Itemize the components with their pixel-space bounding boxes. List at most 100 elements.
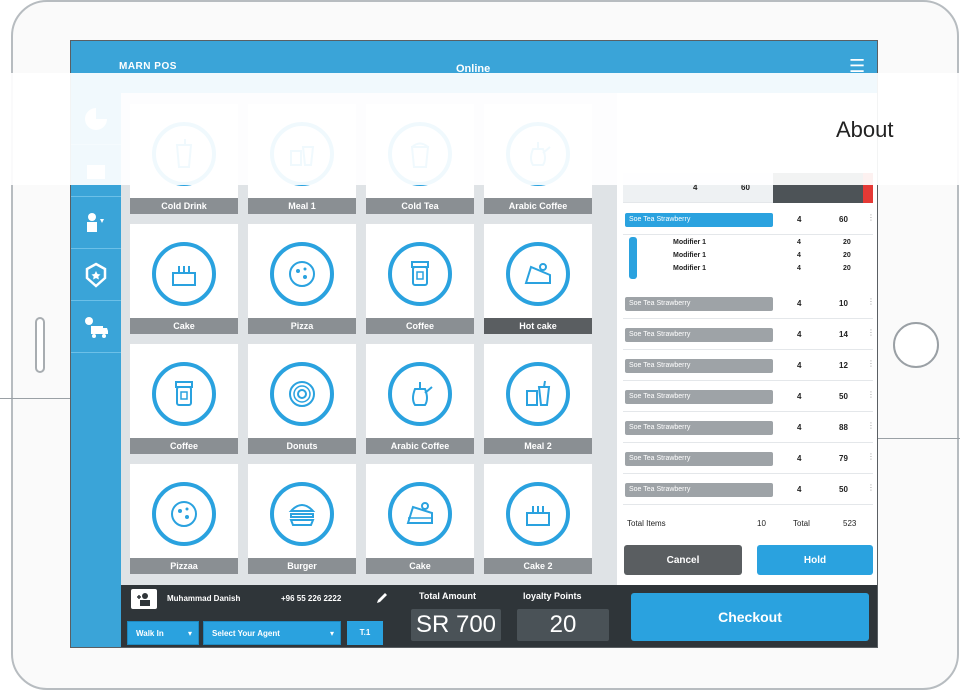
more-options-icon[interactable]: ⋮ (867, 297, 875, 306)
delivery-truck-icon (85, 316, 108, 338)
product-tile[interactable]: Donuts (247, 343, 357, 455)
hamburger-menu-icon[interactable]: ☰ (849, 57, 865, 75)
order-row[interactable]: Soe Tea Strawberry 4 14 ⋮ (623, 320, 875, 350)
order-item-name: Soe Tea Strawberry (625, 390, 773, 404)
badge-icon (85, 262, 107, 288)
product-tile[interactable]: Hot cake (483, 223, 593, 335)
cancel-button[interactable]: Cancel (624, 545, 742, 575)
modifier-price: 20 (843, 239, 851, 246)
order-row[interactable]: Soe Tea Strawberry 4 79 ⋮ (623, 444, 875, 474)
total-amount-value: SR 700 (411, 609, 501, 641)
total-items-value: 10 (757, 519, 766, 528)
sidebar-item-loyalty[interactable] (71, 249, 121, 301)
order-totals: Total Items 10 Total 523 (623, 515, 873, 535)
product-icon-ring (388, 242, 452, 306)
order-price: 12 (839, 361, 848, 370)
sidebar-item-delivery[interactable] (71, 301, 121, 353)
product-icon-ring (506, 482, 570, 546)
about-link[interactable]: About (836, 117, 894, 143)
pizza-icon (171, 501, 197, 527)
product-tile[interactable]: Coffee (365, 223, 475, 335)
total-items-label: Total Items (627, 519, 666, 528)
product-tile[interactable]: Coffee (129, 343, 239, 455)
order-row[interactable]: Soe Tea Strawberry 4 12 ⋮ (623, 351, 875, 381)
hold-button[interactable]: Hold (757, 545, 873, 575)
product-label: Meal 1 (248, 198, 356, 214)
modifier-name: Modifier 1 (673, 252, 707, 259)
order-price: 50 (839, 392, 848, 401)
product-tile[interactable]: Burger (247, 463, 357, 575)
order-qty: 4 (797, 485, 802, 494)
sidebar-item-waiter[interactable] (71, 197, 121, 249)
modifier-qty: 4 (797, 252, 801, 259)
more-options-icon[interactable]: ⋮ (867, 359, 875, 368)
product-tile[interactable]: Pizza (247, 223, 357, 335)
product-icon-ring (270, 362, 334, 426)
product-label: Cake (366, 558, 474, 574)
coffee-icon (411, 261, 429, 286)
product-label: Burger (248, 558, 356, 574)
order-price: 10 (839, 299, 848, 308)
chevron-down-icon: ▾ (329, 629, 334, 638)
order-item-name: Soe Tea Strawberry (625, 483, 773, 497)
more-options-icon[interactable]: ⋮ (867, 421, 875, 430)
product-label: Cold Drink (130, 198, 238, 214)
product-label: Meal 2 (484, 438, 592, 454)
hot-cake-icon (524, 263, 551, 284)
modifier-qty: 4 (797, 239, 801, 246)
order-price: 79 (839, 454, 848, 463)
product-tile[interactable]: Meal 2 (483, 343, 593, 455)
order-price: 60 (839, 215, 848, 224)
more-options-icon[interactable]: ⋮ (867, 452, 875, 461)
product-tile[interactable]: Arabic Coffee (365, 343, 475, 455)
modifier-row: Modifier 1 4 20 (623, 239, 873, 251)
order-qty: 4 (797, 454, 802, 463)
order-price: 14 (839, 330, 848, 339)
order-type-select[interactable]: Walk In ▾ (127, 621, 199, 645)
table-number[interactable]: T.1 (347, 621, 383, 645)
order-item-name: Soe Tea Strawberry (625, 328, 773, 342)
burger-icon (288, 504, 316, 526)
order-qty: 4 (797, 361, 802, 370)
product-icon-ring (152, 362, 216, 426)
product-tile[interactable]: Pizzaa (129, 463, 239, 575)
agent-select[interactable]: Select Your Agent ▾ (203, 621, 341, 645)
waiter-icon (87, 212, 104, 232)
product-label: Coffee (366, 318, 474, 334)
product-tile[interactable]: Cake (365, 463, 475, 575)
order-item-name: Soe Tea Strawberry (625, 359, 773, 373)
order-row[interactable]: Soe Tea Strawberry 4 88 ⋮ (623, 413, 875, 443)
order-row-selected[interactable]: Soe Tea Strawberry 4 60 ⋮ (623, 205, 875, 235)
more-options-icon[interactable]: ⋮ (867, 328, 875, 337)
product-tile[interactable]: Cake 2 (483, 463, 593, 575)
order-item-name: Soe Tea Strawberry (625, 452, 773, 466)
checkout-button[interactable]: Checkout (631, 593, 869, 641)
product-label: Cake (130, 318, 238, 334)
more-options-icon[interactable]: ⋮ (867, 213, 875, 222)
order-row[interactable]: Soe Tea Strawberry 4 50 ⋮ (623, 475, 875, 505)
product-icon-ring (388, 362, 452, 426)
loyalty-points-value: 20 (517, 609, 609, 641)
cake-icon (172, 266, 196, 286)
product-label: Coffee (130, 438, 238, 454)
order-row[interactable]: Soe Tea Strawberry 4 50 ⋮ (623, 382, 875, 412)
meal-icon (526, 380, 551, 406)
customer-name: Muhammad Danish (167, 594, 241, 603)
product-icon-ring (506, 362, 570, 426)
more-options-icon[interactable]: ⋮ (867, 483, 875, 492)
page: MARN POS Online ☰ Cold Drink Meal 1 Cold… (0, 0, 960, 699)
bottom-bar: Muhammad Danish +96 55 226 2222 Walk In ▾… (121, 585, 877, 647)
order-qty: 4 (797, 215, 802, 224)
product-label: Hot cake (484, 318, 592, 334)
order-qty: 4 (797, 330, 802, 339)
tablet-home-button (893, 322, 939, 368)
more-options-icon[interactable]: ⋮ (867, 390, 875, 399)
edit-pencil-icon[interactable] (373, 589, 391, 607)
order-row[interactable]: Soe Tea Strawberry 4 10 ⋮ (623, 289, 875, 319)
cake-icon (526, 506, 550, 526)
add-customer-icon[interactable] (131, 589, 157, 609)
order-item-name: Soe Tea Strawberry (625, 421, 773, 435)
cake-slice-icon (406, 502, 433, 524)
order-qty: 4 (797, 423, 802, 432)
product-tile[interactable]: Cake (129, 223, 239, 335)
